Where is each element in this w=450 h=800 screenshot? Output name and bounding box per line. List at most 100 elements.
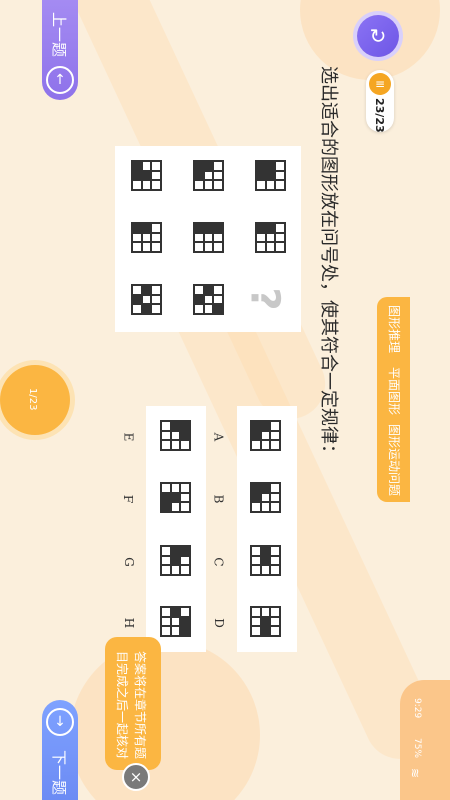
figure-square xyxy=(151,242,161,252)
figure-square xyxy=(141,294,152,305)
option-figure xyxy=(160,420,191,451)
figure-square xyxy=(161,616,171,627)
refresh-icon: ↻ xyxy=(369,24,387,48)
figure-square xyxy=(194,170,204,181)
figure-square xyxy=(132,285,142,295)
figure-square xyxy=(251,626,261,636)
figure-square xyxy=(151,285,161,295)
option-label: G xyxy=(121,557,136,567)
figure-square xyxy=(141,180,152,190)
figure-square xyxy=(170,430,181,441)
figure-square xyxy=(194,294,204,305)
figure-square xyxy=(132,223,142,233)
puzzle-figure xyxy=(131,284,162,315)
question-counter-badge[interactable]: ≡ 23/23 xyxy=(366,70,394,133)
figure-square xyxy=(151,180,161,190)
figure-square xyxy=(270,607,280,617)
figure-square xyxy=(161,502,171,512)
figure-square xyxy=(275,242,285,252)
figure-square xyxy=(270,502,280,512)
figure-square xyxy=(203,180,214,190)
figure-square xyxy=(265,232,276,243)
figure-square xyxy=(203,232,214,243)
figure-square xyxy=(180,430,190,441)
figure-square xyxy=(170,502,181,512)
figure-square xyxy=(260,607,271,617)
figure-square xyxy=(151,232,161,243)
option-label: F xyxy=(121,494,136,504)
option-figure xyxy=(160,545,191,576)
app-screen: 上一题 ↑ ↓ 下一题 1/23 ↻ 选出适合的图形放在问号处，使其符合一定规律… xyxy=(0,0,450,800)
figure-square xyxy=(161,565,171,575)
figure-square xyxy=(251,492,261,503)
figure-square xyxy=(213,285,223,295)
progress-text: 1/23 xyxy=(27,388,38,411)
figure-square xyxy=(260,626,271,636)
figure-square xyxy=(213,294,223,305)
figure-square xyxy=(270,440,280,450)
option-figure xyxy=(160,482,191,513)
figure-square xyxy=(256,223,266,233)
figure-square xyxy=(170,626,181,636)
figure-square xyxy=(141,232,152,243)
figure-square xyxy=(203,161,214,171)
figure-square xyxy=(151,304,161,314)
figure-square xyxy=(170,483,181,493)
previous-question-button[interactable]: 上一题 ↑ xyxy=(42,0,78,100)
figure-square xyxy=(213,170,223,181)
next-question-label: 下一题 xyxy=(50,750,68,796)
topic-tags: 图形推理 平面图形 图形运动问题 xyxy=(377,297,410,502)
option-figure xyxy=(160,606,191,637)
figure-square xyxy=(141,304,152,314)
figure-square xyxy=(213,232,223,243)
tip-line-2: 目完成之后一起核对 xyxy=(115,651,129,760)
next-question-button[interactable]: ↓ 下一题 xyxy=(42,700,78,800)
figure-square xyxy=(270,421,280,431)
figure-square xyxy=(132,161,142,171)
figure-square xyxy=(270,555,280,566)
puzzle-figure xyxy=(193,160,224,191)
option-label: A xyxy=(211,432,226,442)
figure-square xyxy=(265,180,276,190)
figure-square xyxy=(194,232,204,243)
figure-square xyxy=(251,440,261,450)
figure-square xyxy=(251,502,261,512)
figure-square xyxy=(161,483,171,493)
figure-square xyxy=(213,242,223,252)
figure-square xyxy=(260,555,271,566)
figure-square xyxy=(260,565,271,575)
figure-square xyxy=(275,180,285,190)
figure-square xyxy=(251,483,261,493)
figure-square xyxy=(170,421,181,431)
puzzle-figure xyxy=(193,222,224,253)
background-blob xyxy=(70,640,260,800)
tag-figure-motion: 图形运动问题 xyxy=(387,424,401,497)
figure-square xyxy=(161,546,171,556)
figure-square xyxy=(256,242,266,252)
puzzle-figure xyxy=(255,160,286,191)
figure-square xyxy=(213,304,223,314)
close-tip-button[interactable]: × xyxy=(122,763,150,791)
figure-square xyxy=(270,626,280,636)
figure-square xyxy=(256,180,266,190)
figure-square xyxy=(251,546,261,556)
tag-graphic-reasoning: 图形推理 xyxy=(387,305,401,354)
figure-square xyxy=(265,242,276,252)
figure-square xyxy=(141,223,152,233)
figure-square xyxy=(151,223,161,233)
figure-square xyxy=(275,232,285,243)
figure-square xyxy=(161,607,171,617)
figure-square xyxy=(180,626,190,636)
refresh-button[interactable]: ↻ xyxy=(357,15,399,57)
figure-square xyxy=(260,616,271,627)
figure-square xyxy=(203,304,214,314)
figure-square xyxy=(270,546,280,556)
figure-square xyxy=(260,502,271,512)
status-time: 9:29 xyxy=(412,698,422,719)
figure-square xyxy=(180,546,190,556)
figure-square xyxy=(194,285,204,295)
figure-square xyxy=(180,565,190,575)
figure-square xyxy=(256,161,266,171)
option-label: B xyxy=(211,494,226,504)
figure-square xyxy=(203,294,214,305)
